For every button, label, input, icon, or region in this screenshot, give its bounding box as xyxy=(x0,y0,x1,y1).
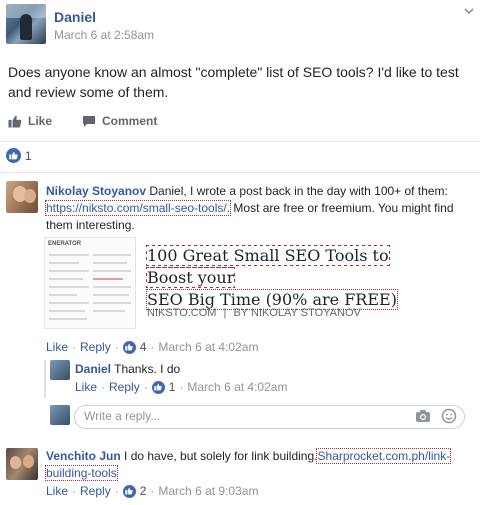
comment-meta: Like · Reply · 4 · March 6 at 4:02am xyxy=(46,340,258,354)
post-action-bar: Like Comment xyxy=(0,108,480,138)
thumb-line xyxy=(93,286,131,288)
thumb-line xyxy=(49,278,83,280)
thumb-line xyxy=(93,270,131,272)
comment-icon xyxy=(83,115,95,127)
reply-author-avatar[interactable] xyxy=(50,360,70,380)
commenter-name[interactable]: Venchito Jun xyxy=(46,449,121,463)
like-reaction-icon[interactable] xyxy=(122,340,136,354)
thumb-line xyxy=(93,254,131,256)
comment-meta: Like · Reply · 2 · March 6 at 9:03am xyxy=(46,484,258,498)
comment-link[interactable]: Sharprocket.com.ph/link- xyxy=(316,448,452,464)
reply-meta: Like · Reply · 1 · March 6 at 4:02am xyxy=(75,380,287,394)
thumb-line xyxy=(93,302,131,304)
like-reaction-icon[interactable] xyxy=(122,484,136,498)
comment-reply-link[interactable]: Reply xyxy=(80,340,111,354)
separator: | xyxy=(223,307,227,319)
avatar-face xyxy=(23,455,34,468)
link-preview-source: NIKSTO.COM | BY NIKOLAY STOYANOV xyxy=(147,307,361,319)
thumb-line xyxy=(49,270,89,272)
separator-dot: · xyxy=(150,484,155,498)
separator-dot: · xyxy=(143,380,148,394)
current-user-avatar xyxy=(50,405,70,425)
commenter-avatar[interactable] xyxy=(6,448,38,480)
comment-body: Nikolay Stoyanov Daniel, I wrote a post … xyxy=(44,183,478,234)
separator-dot: · xyxy=(179,380,184,394)
thumb-line xyxy=(49,286,89,288)
comment-reaction-count[interactable]: 2 xyxy=(140,484,147,498)
like-button[interactable]: Like xyxy=(8,114,52,128)
thumb-line xyxy=(93,278,123,280)
comment-like-link[interactable]: Like xyxy=(46,340,68,354)
thumb-line xyxy=(93,262,127,264)
reply-body: Daniel Thanks. I do xyxy=(75,361,180,378)
link-preview-thumbnail[interactable]: ENERATOR xyxy=(44,237,136,329)
avatar-figure xyxy=(20,14,32,40)
thumb-line xyxy=(49,302,89,304)
divider xyxy=(0,141,480,142)
thumb-line xyxy=(49,294,77,296)
separator-dot: · xyxy=(72,340,77,354)
thumbs-up-icon xyxy=(8,115,22,127)
comment-like-link[interactable]: Like xyxy=(46,484,68,498)
like-button-label: Like xyxy=(28,114,53,128)
reply-like-link[interactable]: Like xyxy=(75,380,97,394)
post-author-name[interactable]: Daniel xyxy=(54,9,96,25)
reply-reaction-count[interactable]: 1 xyxy=(169,380,176,394)
commenter-avatar[interactable] xyxy=(6,181,38,213)
comment-timestamp[interactable]: March 6 at 4:02am xyxy=(158,340,258,354)
reply-text: Thanks. I do xyxy=(111,362,181,376)
comment-timestamp[interactable]: March 6 at 9:03am xyxy=(158,484,258,498)
thumbnail-header: ENERATOR xyxy=(48,241,82,247)
thumb-line xyxy=(49,310,85,312)
thumb-line xyxy=(93,294,129,296)
thumb-line xyxy=(49,254,89,256)
thumb-line xyxy=(49,262,79,264)
comment-link-continued[interactable]: building-tools xyxy=(45,465,118,481)
comment-body: Venchito Jun I do have, but solely for l… xyxy=(45,448,476,482)
reply-input-placeholder: Write a reply... xyxy=(84,409,161,423)
post-body-text: Does anyone know an almost "complete" li… xyxy=(8,64,459,100)
comment-reply-link[interactable]: Reply xyxy=(80,484,111,498)
separator-dot: · xyxy=(114,484,119,498)
comment-button-label: Comment xyxy=(102,114,158,128)
reply-reply-link[interactable]: Reply xyxy=(109,380,140,394)
like-reaction-icon xyxy=(6,148,21,163)
avatar-face xyxy=(10,456,21,469)
reaction-summary[interactable]: 1 xyxy=(6,148,32,163)
reply-author-name[interactable]: Daniel xyxy=(75,362,111,376)
post-author-avatar[interactable] xyxy=(6,4,46,44)
post-timestamp[interactable]: March 6 at 2:58am xyxy=(54,28,154,42)
separator-dot: · xyxy=(114,340,119,354)
separator-dot: · xyxy=(150,340,155,354)
separator-dot: · xyxy=(101,380,106,394)
avatar-face xyxy=(24,189,36,203)
comment-text: I do have, but solely for link building. xyxy=(120,449,318,463)
comment-text: Daniel, I wrote a post back in the day w… xyxy=(146,184,448,198)
reply-timestamp[interactable]: March 6 at 4:02am xyxy=(187,380,287,394)
comment-reaction-count[interactable]: 4 xyxy=(140,340,147,354)
link-preview-byline: BY NIKOLAY STOYANOV xyxy=(233,307,361,319)
comment-button[interactable]: Comment xyxy=(82,114,157,128)
emoji-icon[interactable] xyxy=(441,408,457,424)
commenter-name[interactable]: Nikolay Stoyanov xyxy=(46,184,146,198)
divider xyxy=(0,172,480,173)
camera-icon[interactable] xyxy=(415,409,431,423)
reply-thread-rail xyxy=(44,360,46,398)
link-preview-title[interactable]: 100 Great Small SEO Tools to Boost your … xyxy=(146,245,439,311)
chevron-down-icon[interactable] xyxy=(462,4,476,18)
like-reaction-icon[interactable] xyxy=(151,380,165,394)
thumb-line xyxy=(93,310,125,312)
thumb-line xyxy=(49,318,87,320)
link-preview-domain: NIKSTO.COM xyxy=(147,307,217,319)
link-preview-title-line: 100 Great Small SEO Tools to Boost your xyxy=(146,245,390,288)
reaction-count: 1 xyxy=(25,148,32,163)
separator-dot: · xyxy=(72,484,77,498)
comment-link[interactable]: https://niksto.com/small-seo-tools/. xyxy=(44,200,232,216)
